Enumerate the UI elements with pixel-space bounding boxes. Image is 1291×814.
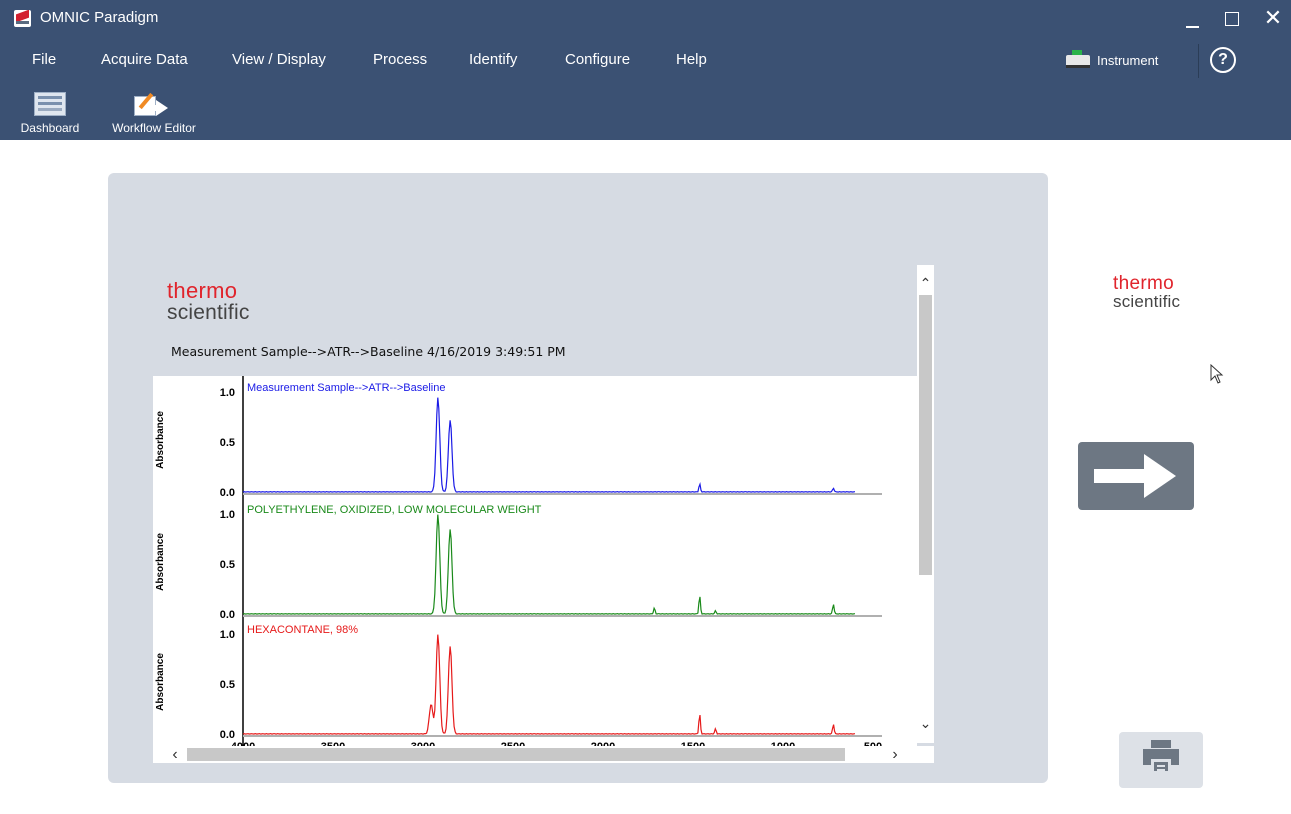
- y-tick-label: 0.0: [220, 609, 235, 621]
- title-bar: OMNIC Paradigm ✕: [0, 0, 1291, 38]
- workflow-editor-icon: [134, 92, 176, 118]
- menu-configure[interactable]: Configure: [565, 51, 630, 68]
- app-logo-icon: [14, 10, 31, 27]
- y-tick-label: 0.5: [220, 559, 235, 571]
- y-tick-label: 0.0: [220, 729, 235, 741]
- y-axis-label: Absorbance: [155, 533, 166, 591]
- scroll-right-button[interactable]: ›: [887, 746, 903, 763]
- instrument-icon: [1066, 50, 1090, 70]
- next-arrow-button[interactable]: [1078, 442, 1194, 510]
- top-bar: OMNIC Paradigm ✕ File Acquire Data View …: [0, 0, 1291, 140]
- spectrum-line: [242, 514, 856, 615]
- scroll-up-button[interactable]: ⌃: [917, 275, 934, 291]
- toolbar: Dashboard Workflow Editor: [0, 86, 1291, 140]
- workflow-editor-button[interactable]: Workflow Editor: [104, 86, 204, 140]
- menu-file[interactable]: File: [32, 51, 56, 68]
- y-tick-label: 0.5: [220, 679, 235, 691]
- y-axis-label: Absorbance: [155, 653, 166, 711]
- workflow-editor-label: Workflow Editor: [112, 121, 196, 135]
- spectra-chart-svg: 1.0 0.5 0.0 Absorbance Measurement Sample-->…: [155, 376, 882, 746]
- y-tick-label: 1.0: [220, 509, 235, 521]
- instrument-label: Instrument: [1097, 53, 1159, 68]
- dashboard-label: Dashboard: [20, 121, 80, 135]
- side-brand-logo: thermo scientific: [1113, 274, 1180, 310]
- vertical-scroll-thumb[interactable]: [919, 295, 932, 575]
- menu-help[interactable]: Help: [676, 51, 707, 68]
- report-heading: Measurement Sample-->ATR-->Baseline 4/16…: [171, 344, 566, 359]
- y-tick-label: 0.0: [220, 487, 235, 499]
- scroll-down-button[interactable]: ⌄: [917, 715, 934, 731]
- brand-logo-scientific: scientific: [167, 301, 250, 324]
- y-tick-label: 0.5: [220, 437, 235, 449]
- app-title: OMNIC Paradigm: [40, 9, 159, 26]
- print-button[interactable]: [1119, 732, 1203, 788]
- series-label: HEXACONTANE, 98%: [247, 624, 358, 636]
- menu-process[interactable]: Process: [373, 51, 427, 68]
- spectrum-line: [242, 397, 856, 493]
- brand-logo-thermo: thermo: [167, 278, 238, 303]
- series-label: Measurement Sample-->ATR-->Baseline: [247, 382, 445, 394]
- menu-divider: [1198, 44, 1199, 78]
- menu-view-display[interactable]: View / Display: [232, 51, 326, 68]
- vertical-scrollbar[interactable]: ⌃ ⌄: [917, 265, 934, 743]
- side-logo-thermo: thermo: [1113, 273, 1174, 294]
- spectra-chart: 1.0 0.5 0.0 Absorbance Measurement Sample-->…: [153, 376, 917, 746]
- horizontal-scrollbar[interactable]: ‹ ›: [153, 746, 934, 763]
- app-window: OMNIC Paradigm ✕ File Acquire Data View …: [0, 0, 1291, 814]
- maximize-button[interactable]: [1216, 6, 1246, 32]
- spectrum-line: [242, 634, 856, 735]
- y-tick-label: 1.0: [220, 387, 235, 399]
- help-icon[interactable]: ?: [1210, 47, 1236, 73]
- y-tick-label: 1.0: [220, 629, 235, 641]
- dashboard-button[interactable]: Dashboard: [8, 86, 92, 140]
- close-button[interactable]: ✕: [1258, 6, 1288, 32]
- y-axis-label: Absorbance: [155, 411, 166, 469]
- menu-bar: File Acquire Data View / Display Process…: [0, 44, 1291, 78]
- series-label: POLYETHYLENE, OXIDIZED, LOW MOLECULAR WE…: [247, 504, 542, 516]
- report-brand-logo: thermo scientific: [167, 278, 250, 324]
- mouse-cursor-icon: [1210, 364, 1224, 384]
- scroll-left-button[interactable]: ‹: [167, 746, 183, 763]
- side-logo-scientific: scientific: [1113, 292, 1181, 311]
- dashboard-icon: [34, 92, 66, 116]
- printer-icon: [1143, 740, 1179, 776]
- arrow-right-icon: [1094, 469, 1146, 483]
- minimize-button[interactable]: [1178, 6, 1208, 32]
- instrument-button[interactable]: Instrument: [1062, 46, 1192, 76]
- horizontal-scroll-thumb[interactable]: [187, 748, 845, 761]
- menu-acquire-data[interactable]: Acquire Data: [101, 51, 188, 68]
- menu-identify[interactable]: Identify: [469, 51, 517, 68]
